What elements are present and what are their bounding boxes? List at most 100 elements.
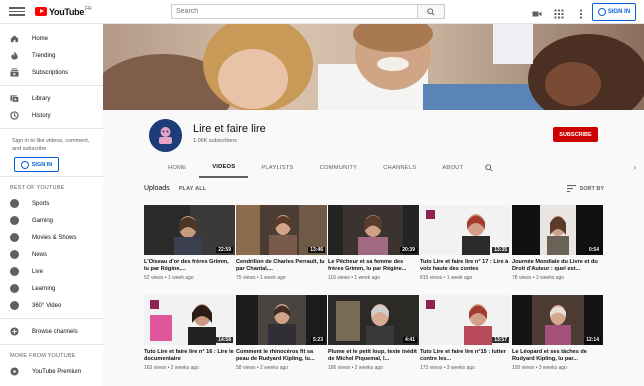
logo-region: FR — [85, 5, 92, 12]
video-meta: 150 views • 3 weeks ago — [512, 365, 567, 371]
sidebar-item-library[interactable]: Library — [0, 90, 103, 107]
apps-icon[interactable] — [554, 6, 564, 19]
library-icon — [10, 94, 19, 103]
search-input[interactable] — [171, 4, 418, 19]
sidebar-item-trending[interactable]: Trending — [0, 47, 103, 64]
signin-label: SIGN IN — [31, 161, 53, 168]
video-thumbnail[interactable]: 12:14 — [512, 295, 603, 345]
live-icon — [10, 267, 19, 276]
sidebar-item-label: Browse channels — [32, 328, 78, 335]
signin-label: SIGN IN — [607, 9, 631, 15]
video-title[interactable]: Tuto Lire et faire lire n° 16 : Lire le … — [144, 349, 235, 363]
sidebar-item-label: Subscriptions — [32, 69, 69, 76]
video-meta: 116 views • 1 week ago — [328, 275, 380, 281]
video-thumbnail[interactable]: 13:35 — [420, 205, 511, 255]
add-circle-icon — [10, 327, 19, 336]
banner-image — [103, 24, 644, 110]
sidebar-item-label: Library — [32, 95, 51, 102]
search-button[interactable] — [418, 4, 445, 19]
video-meta: 163 views • 2 weeks ago — [144, 365, 199, 371]
video-duration: 20:39 — [400, 247, 417, 253]
video-card[interactable]: 5:23 Comment le rhinocéros fit sa peau d… — [236, 295, 327, 371]
youtube-logo[interactable]: YouTube FR — [35, 5, 92, 17]
sidebar-item-movies[interactable]: Movies & Shows — [0, 229, 103, 246]
video-duration: 4:41 — [402, 337, 417, 343]
video-card[interactable]: 4:41 Plume et le petit loup, texte inédi… — [328, 295, 419, 371]
sidebar-item-label: News — [32, 251, 48, 258]
video-thumbnail[interactable]: 0:54 — [512, 205, 603, 255]
tab-channels[interactable]: CHANNELS — [370, 157, 429, 178]
video-title[interactable]: L'Oiseau d'or des frères Grimm, lu par R… — [144, 259, 235, 273]
settings-icon[interactable] — [576, 6, 586, 19]
video-title[interactable]: Le Pêcheur et sa femme des frères Grimm,… — [328, 259, 419, 273]
sidebar-item-label: Gaming — [32, 217, 54, 224]
video-card[interactable]: 20:39 Le Pêcheur et sa femme des frères … — [328, 205, 419, 281]
tab-videos[interactable]: VIDEOS — [199, 157, 249, 178]
sidebar-divider — [0, 344, 103, 345]
video-title[interactable]: Cendrillon de Charles Perrault, lu par C… — [236, 259, 327, 273]
video-thumbnail[interactable]: 4:41 — [328, 295, 419, 345]
play-all-button[interactable]: PLAY ALL — [179, 186, 207, 192]
youtube-premium-icon — [10, 367, 19, 376]
best-of-youtube-heading: BEST OF YOUTUBE — [10, 185, 65, 191]
video-title[interactable]: Le Léopard et ses tâches de Rudyard Kipl… — [512, 349, 603, 363]
video-meta: 52 views • 1 week ago — [144, 275, 194, 281]
sidebar-item-learning[interactable]: Learning — [0, 280, 103, 297]
sidebar-item-gaming[interactable]: Gaming — [0, 212, 103, 229]
sidebar-divider — [0, 176, 103, 177]
video-duration: 13:35 — [492, 247, 509, 253]
sidebar-item-360-video[interactable]: 360° Video — [0, 297, 103, 314]
video-meta: 173 views • 3 weeks ago — [420, 365, 475, 371]
video-thumbnail[interactable]: 5:23 — [236, 295, 327, 345]
create-video-icon[interactable] — [532, 6, 542, 17]
sidebar-item-home[interactable]: Home — [0, 30, 103, 47]
video-card[interactable]: 14:58 Tuto Lire et faire lire n° 16 : Li… — [144, 295, 235, 371]
sidebar-item-label: YouTube Premium — [32, 368, 82, 375]
tab-community[interactable]: COMMUNITY — [307, 157, 371, 178]
video-title[interactable]: Tuto Lire et faire lire n° 17 : Lire à v… — [420, 259, 511, 273]
video-card[interactable]: 12:14 Le Léopard et ses tâches de Rudyar… — [512, 295, 603, 371]
channel-avatar[interactable] — [149, 119, 182, 152]
subscribe-button[interactable]: SUBSCRIBE — [553, 127, 598, 142]
sidebar-divider — [0, 318, 103, 319]
sidebar-signin-button[interactable]: SIGN IN — [14, 157, 59, 172]
video-thumbnail[interactable]: 22:59 — [144, 205, 235, 255]
tab-home[interactable]: HOME — [155, 157, 199, 178]
video-title[interactable]: Journée Mondiale du Livre et du Droit d'… — [512, 259, 603, 273]
video-card[interactable]: 13:57 Tuto Lire et faire lire n°15 : lut… — [420, 295, 511, 371]
video-title[interactable]: Tuto Lire et faire lire n°15 : lutter co… — [420, 349, 511, 363]
video-thumbnail[interactable]: 13:46 — [236, 205, 327, 255]
sort-by-button[interactable]: SORT BY — [566, 185, 604, 192]
video-meta: 58 views • 2 weeks ago — [236, 365, 289, 371]
sidebar-item-subscriptions[interactable]: Subscriptions — [0, 64, 103, 81]
sidebar-item-browse-channels[interactable]: Browse channels — [0, 323, 103, 340]
tab-playlists[interactable]: PLAYLISTS — [248, 157, 306, 178]
video-title[interactable]: Plume et le petit loup, texte inédit de … — [328, 349, 419, 363]
video-duration: 14:58 — [216, 337, 233, 343]
video-title[interactable]: Comment le rhinocéros fit sa peau de Rud… — [236, 349, 327, 363]
videos-section: Uploads PLAY ALL SORT BY 22:59 L'Oiseau … — [103, 178, 644, 386]
video-meta: 75 views • 1 week ago — [236, 275, 286, 281]
video-card[interactable]: 13:35 Tuto Lire et faire lire n° 17 : Li… — [420, 205, 511, 281]
sidebar-item-youtube-premium[interactable]: YouTube Premium — [0, 363, 103, 380]
chevron-right-icon[interactable]: › — [633, 163, 636, 172]
sidebar-item-history[interactable]: History — [0, 107, 103, 124]
sidebar-item-live[interactable]: Live — [0, 263, 103, 280]
gaming-icon — [10, 216, 19, 225]
video-duration: 13:46 — [308, 247, 325, 253]
video-card[interactable]: 22:59 L'Oiseau d'or des frères Grimm, lu… — [144, 205, 235, 281]
video-thumbnail[interactable]: 14:58 — [144, 295, 235, 345]
sidebar-item-news[interactable]: News — [0, 246, 103, 263]
subscriptions-icon — [10, 68, 19, 77]
menu-icon[interactable] — [9, 7, 25, 16]
video-card[interactable]: 0:54 Journée Mondiale du Livre et du Dro… — [512, 205, 603, 281]
channel-search-button[interactable] — [476, 157, 502, 178]
video-card[interactable]: 13:46 Cendrillon de Charles Perrault, lu… — [236, 205, 327, 281]
signin-button[interactable]: SIGN IN — [592, 3, 636, 21]
tab-about[interactable]: ABOUT — [429, 157, 476, 178]
video-thumbnail[interactable]: 20:39 — [328, 205, 419, 255]
sports-icon — [10, 199, 19, 208]
video-thumbnail[interactable]: 13:57 — [420, 295, 511, 345]
sidebar-item-sports[interactable]: Sports — [0, 195, 103, 212]
video-duration: 22:59 — [216, 247, 233, 253]
